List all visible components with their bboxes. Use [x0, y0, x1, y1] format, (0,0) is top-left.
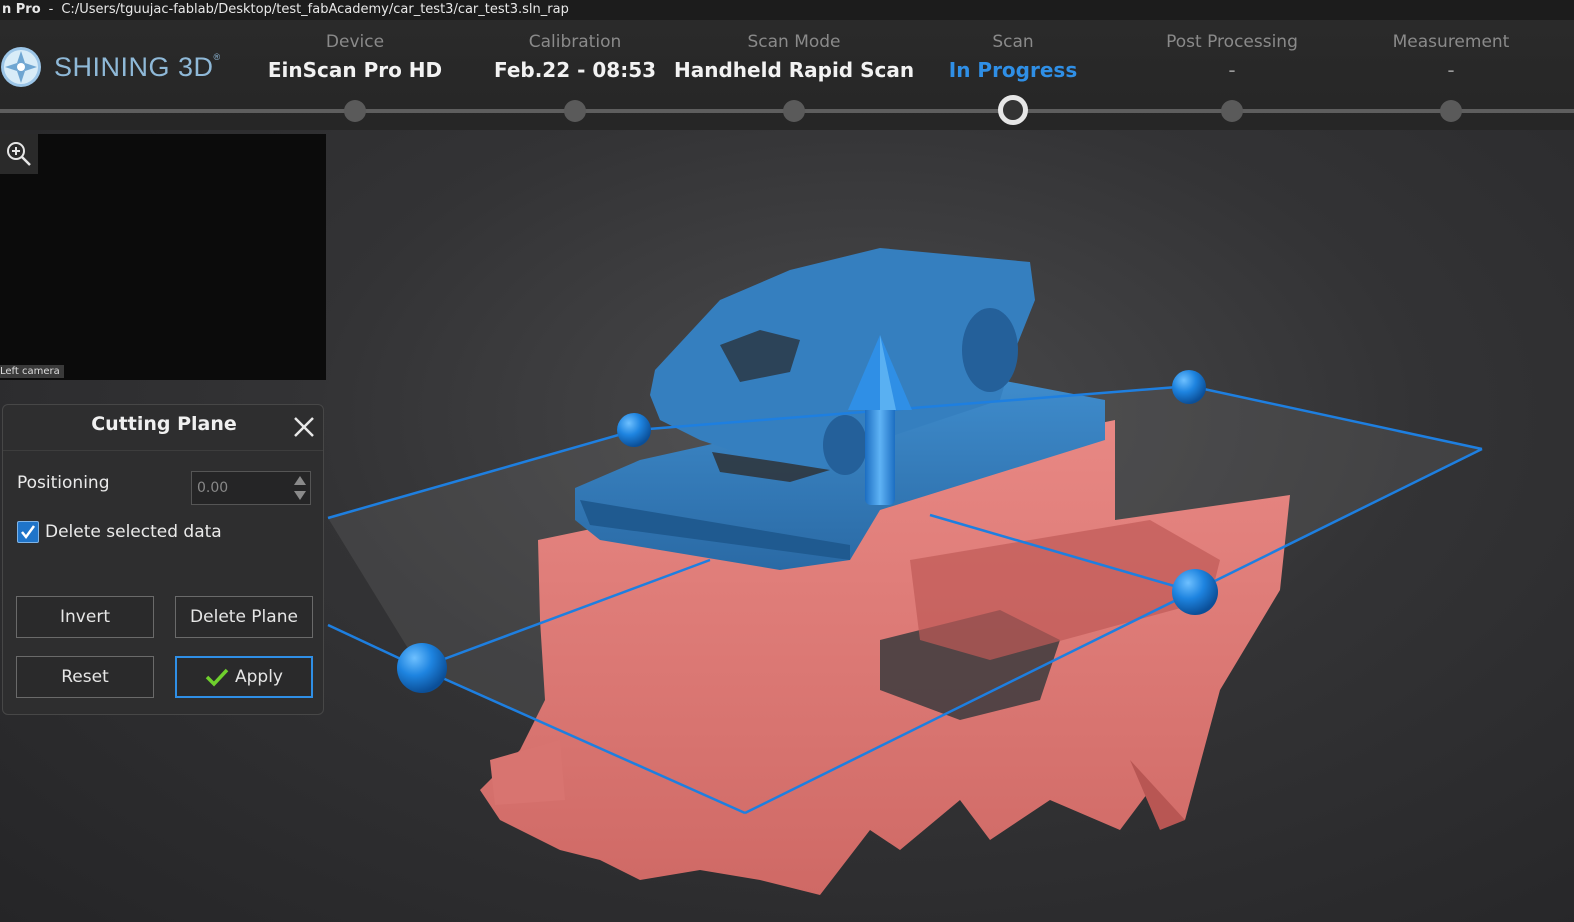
camera-label: Left camera	[0, 365, 64, 378]
zoom-in-button[interactable]	[0, 134, 38, 174]
delete-plane-button[interactable]: Delete Plane	[175, 596, 313, 638]
step-scan-mode[interactable]: Scan Mode Handheld Rapid Scan	[674, 32, 914, 82]
step-measurement[interactable]: Measurement -	[1331, 32, 1571, 82]
project-path: C:/Users/tguujac-fablab/Desktop/test_fab…	[61, 2, 569, 17]
close-icon[interactable]	[292, 415, 316, 439]
step-label: Post Processing	[1166, 32, 1298, 52]
step-dot-calibration[interactable]	[564, 100, 586, 122]
step-value: Feb.22 - 08:53	[493, 58, 657, 82]
cutting-plane-panel: Cutting Plane Positioning Delete selecte…	[2, 404, 324, 715]
positioning-label: Positioning	[17, 473, 110, 493]
step-dot-post-processing[interactable]	[1221, 100, 1243, 122]
step-value: Handheld Rapid Scan	[674, 58, 915, 82]
step-dot-scan-mode[interactable]	[783, 100, 805, 122]
panel-title: Cutting Plane	[91, 413, 237, 435]
step-value: EinScan Pro HD	[267, 58, 443, 82]
step-calibration[interactable]: Calibration Feb.22 - 08:53	[455, 32, 695, 82]
brand-name: SHINING 3D®	[54, 52, 221, 82]
step-dot-device[interactable]	[344, 100, 366, 122]
step-dot-scan-current[interactable]	[998, 95, 1028, 125]
delete-plane-label: Delete Plane	[190, 607, 298, 627]
step-label: Measurement	[1392, 32, 1510, 52]
checkmark-icon	[21, 525, 36, 540]
step-label: Scan	[992, 32, 1034, 52]
reset-button[interactable]: Reset	[16, 656, 154, 698]
check-icon	[205, 668, 229, 687]
apply-button[interactable]: Apply	[175, 656, 313, 698]
delete-selected-label: Delete selected data	[45, 522, 222, 542]
step-value: In Progress	[948, 58, 1078, 82]
title-separator: -	[48, 2, 54, 17]
panel-divider	[3, 450, 323, 451]
plane-handle-top-right[interactable]	[1172, 370, 1206, 404]
step-dot-measurement[interactable]	[1440, 100, 1462, 122]
step-post-processing[interactable]: Post Processing -	[1112, 32, 1352, 82]
reset-label: Reset	[61, 667, 109, 687]
step-device[interactable]: Device EinScan Pro HD	[235, 32, 475, 82]
brand-logo-icon	[1, 47, 41, 87]
step-label: Device	[325, 32, 385, 52]
step-label: Scan Mode	[747, 32, 841, 52]
delete-selected-checkbox[interactable]	[17, 521, 39, 543]
invert-button[interactable]: Invert	[16, 596, 154, 638]
spin-up-icon[interactable]	[293, 475, 307, 487]
step-label: Calibration	[528, 32, 622, 52]
step-value: -	[1228, 58, 1236, 82]
spin-down-icon[interactable]	[293, 489, 307, 501]
zoom-in-icon	[7, 142, 31, 166]
plane-handle-left[interactable]	[397, 643, 447, 693]
apply-label: Apply	[235, 667, 283, 687]
workflow-header: SHINING 3D® Device EinScan Pro HD Calibr…	[0, 20, 1574, 130]
app-name: n Pro	[2, 2, 41, 17]
plane-handle-top-left[interactable]	[617, 413, 651, 447]
step-value: -	[1447, 58, 1455, 82]
invert-label: Invert	[60, 607, 110, 627]
camera-preview: Left camera	[0, 134, 326, 380]
title-bar: n Pro - C:/Users/tguujac-fablab/Desktop/te…	[0, 0, 1574, 20]
brand-logo: SHINING 3D®	[0, 44, 230, 94]
plane-handle-right[interactable]	[1172, 569, 1218, 615]
step-scan[interactable]: Scan In Progress	[893, 32, 1133, 82]
